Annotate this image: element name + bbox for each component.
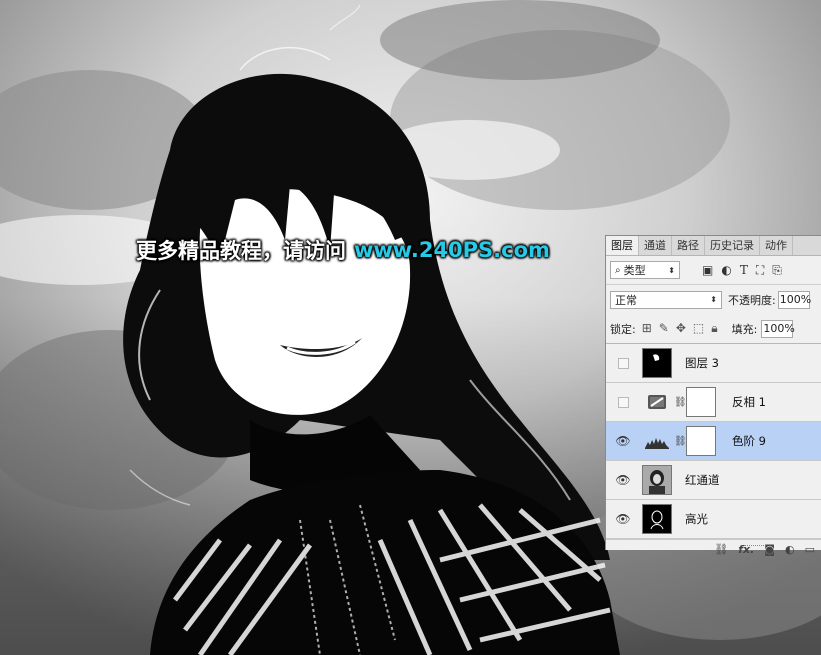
lock-position-icon[interactable]: ✥ [676,321,686,336]
visibility-toggle[interactable] [615,355,631,371]
add-mask-icon[interactable]: ◙ [764,543,775,556]
tab-actions[interactable]: 动作 [760,236,793,255]
filter-icons: ▣ ◐ T ⛶ ⎘ [702,263,782,278]
chain-link-icon[interactable]: ⛓ [674,436,687,447]
lock-all-icon[interactable]: 🔒︎ [711,321,717,336]
search-icon: ⌕ [615,264,621,276]
watermark-url: www.240PS.com [354,238,550,262]
layer-name: 图层 3 [685,356,719,370]
lock-artboard-icon[interactable]: ⬚ [693,321,704,336]
filter-kind-label: 类型 [623,264,646,277]
tab-layers[interactable]: 图层 [606,236,639,255]
layer-name: 高光 [685,512,708,526]
layer-row[interactable]: 图层 3 [606,344,821,383]
layer-name: 色阶 9 [732,434,766,448]
chain-link-icon[interactable]: ⛓ [674,397,687,408]
blend-mode-value: 正常 [615,293,637,307]
blend-mode-select[interactable]: 正常 ⬍ [610,290,722,309]
eye-icon: 👁︎ [615,512,631,526]
layer-name: 反相 1 [732,395,766,409]
lock-paint-icon[interactable]: ✎ [659,321,669,336]
lock-row: 锁定: ⊞ ✎ ✥ ⬚ 🔒︎ 填充: 100% [606,314,821,343]
levels-adjustment-icon [642,426,672,456]
watermark: 更多精品教程，请访问 www.240PS.com [136,234,550,266]
layer-thumbnail [642,348,672,378]
shape-filter-icon[interactable]: ⛶ [756,263,764,278]
tab-paths[interactable]: 路径 [672,236,705,255]
layer-row[interactable]: 👁︎ ⛓ 色阶 9 [606,422,821,461]
visibility-toggle[interactable]: 👁︎ [615,511,631,527]
lock-label: 锁定: [610,322,636,336]
layer-name: 红通道 [685,473,720,487]
visibility-toggle[interactable]: 👁︎ [615,472,631,488]
fill-label: 填充: [731,322,758,336]
watermark-chinese-text: 更多精品教程，请访问 [136,239,346,263]
image-filter-icon[interactable]: ▣ [702,263,713,278]
filter-row: ⌕ 类型 ⬍ ▣ ◐ T ⛶ ⎘ [606,256,821,285]
resize-grip[interactable] [744,545,764,548]
layers-panel: 图层 通道 路径 历史记录 动作 ⌕ 类型 ⬍ ▣ ◐ T ⛶ ⎘ 正常 ⬍ 不… [605,235,821,556]
visibility-off-icon [617,357,629,369]
lock-transparent-icon[interactable]: ⊞ [642,321,652,336]
layer-row[interactable]: ⛓ 反相 1 [606,383,821,422]
opacity-label: 不透明度: [728,293,776,307]
blend-row: 正常 ⬍ 不透明度: 100% [606,285,821,314]
eye-icon: 👁︎ [615,434,631,448]
layer-mask-thumbnail [686,387,716,417]
fill-input[interactable]: 100% [761,319,795,338]
new-group-icon[interactable]: ▭ [805,543,815,556]
type-filter-icon[interactable]: T [740,263,748,278]
adjustment-icon[interactable]: ◐ [785,543,795,556]
invert-adjustment-icon [648,395,666,409]
layer-thumbnail [642,504,672,534]
visibility-toggle[interactable]: 👁︎ [615,433,631,449]
layer-mask-thumbnail [686,426,716,456]
smart-object-filter-icon[interactable]: ⎘ [772,263,782,278]
chevron-updown-icon: ⬍ [668,265,675,275]
layer-row[interactable]: 👁︎ 红通道 [606,461,821,500]
link-icon[interactable]: ⛓ [714,543,728,556]
layer-row[interactable]: 👁︎ 高光 [606,500,821,539]
filter-kind-select[interactable]: ⌕ 类型 ⬍ [610,261,680,279]
chevron-updown-icon: ⬍ [710,295,717,304]
visibility-off-icon [617,396,629,408]
eye-icon: 👁︎ [615,473,631,487]
panel-tabs: 图层 通道 路径 历史记录 动作 [606,236,821,256]
lock-icons: ⊞ ✎ ✥ ⬚ 🔒︎ [642,321,718,336]
visibility-toggle[interactable] [615,394,631,410]
tab-channels[interactable]: 通道 [639,236,672,255]
adjustment-filter-icon[interactable]: ◐ [721,263,731,278]
layers-list: 图层 3 ⛓ 反相 1 👁︎ ⛓ 色阶 9 👁︎ 红通道 👁︎ 高光 [606,343,821,539]
opacity-input[interactable]: 100% [777,290,811,309]
panel-footer: ⛓ fx. ◙ ◐ ▭ [606,539,821,559]
layer-thumbnail [642,465,672,495]
tab-history[interactable]: 历史记录 [705,236,760,255]
